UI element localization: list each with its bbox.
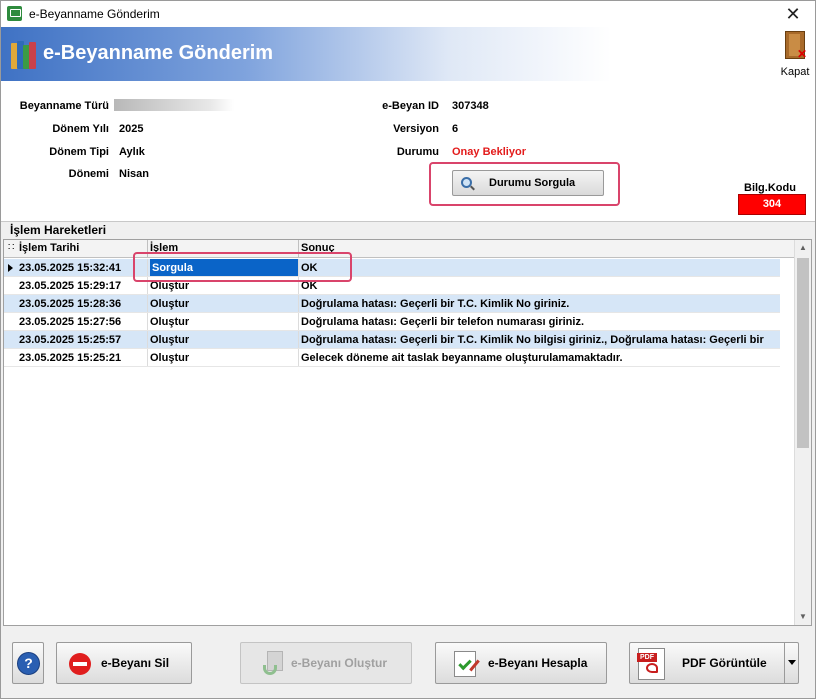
cell-sonuc: OK bbox=[301, 280, 318, 292]
table-row[interactable]: 23.05.2025 15:29:17 Oluştur OK bbox=[4, 277, 780, 295]
ebeyan-hesapla-label: e-Beyanı Hesapla bbox=[488, 656, 588, 670]
info-panel: Beyanname Türü Dönem Yılı 2025 Dönem Tip… bbox=[1, 81, 815, 221]
scroll-down-arrow-icon[interactable]: ▼ bbox=[798, 612, 808, 622]
close-x-icon: ✕ bbox=[797, 47, 808, 61]
cell-islem: Oluştur bbox=[150, 316, 190, 328]
column-header-islem-tarihi[interactable]: İşlem Tarihi bbox=[19, 242, 79, 254]
grid-header: ∷ İşlem Tarihi İşlem Sonuç bbox=[4, 240, 794, 258]
donemi-label: Dönemi bbox=[68, 168, 109, 180]
checklist-icon bbox=[454, 651, 480, 677]
ebeyan-hesapla-button[interactable]: e-Beyanı Hesapla bbox=[435, 642, 607, 684]
cell-sonuc: Gelecek döneme ait taslak beyanname oluş… bbox=[301, 352, 623, 364]
scroll-up-arrow-icon[interactable]: ▲ bbox=[798, 243, 808, 253]
window-title: e-Beyanname Gönderim bbox=[29, 7, 160, 21]
ebeyan-id-value: 307348 bbox=[452, 100, 489, 112]
books-icon bbox=[11, 41, 37, 69]
islem-grid[interactable]: ∷ İşlem Tarihi İşlem Sonuç 23.05.2025 15… bbox=[3, 239, 812, 626]
cell-sonuc: Doğrulama hatası: Geçerli bir telefon nu… bbox=[301, 316, 585, 328]
ebeyan-sil-button[interactable]: e-Beyanı Sil bbox=[56, 642, 192, 684]
vertical-scrollbar[interactable]: ▲ ▼ bbox=[794, 240, 811, 625]
pdf-icon-text: PDF bbox=[637, 653, 657, 662]
donem-yili-value: 2025 bbox=[119, 123, 144, 135]
ebeyan-olustur-label: e-Beyanı Oluştur bbox=[291, 656, 388, 670]
pdf-file-icon: PDF bbox=[637, 648, 665, 680]
table-row[interactable]: 23.05.2025 15:27:56 Oluştur Doğrulama ha… bbox=[4, 313, 780, 331]
cell-islem: Oluştur bbox=[150, 352, 190, 364]
banner-title: e-Beyanname Gönderim bbox=[43, 42, 274, 64]
close-form-button[interactable]: ✕ Kapat bbox=[777, 29, 813, 79]
bilg-kodu-value: 304 bbox=[738, 194, 806, 215]
durumu-status: Onay Bekliyor bbox=[452, 146, 526, 158]
cell-sonuc: OK bbox=[301, 262, 318, 274]
current-row-indicator-icon bbox=[8, 264, 13, 272]
table-row[interactable]: 23.05.2025 15:32:41 Sorgula OK bbox=[4, 259, 780, 277]
beyanname-turu-value-redacted bbox=[114, 99, 234, 111]
ebeyan-id-label: e-Beyan ID bbox=[382, 100, 439, 112]
donemi-value: Nisan bbox=[119, 168, 149, 180]
donem-tipi-value: Aylık bbox=[119, 146, 145, 158]
cell-islem-tarihi: 23.05.2025 15:27:56 bbox=[19, 316, 122, 328]
header-banner: e-Beyanname Gönderim ✕ Kapat bbox=[1, 27, 815, 81]
section-divider bbox=[1, 221, 815, 222]
highlight-selected-row bbox=[133, 252, 352, 282]
close-form-label: Kapat bbox=[780, 66, 810, 78]
cell-islem-tarihi: 23.05.2025 15:32:41 bbox=[19, 262, 122, 274]
cell-islem: Oluştur bbox=[150, 298, 190, 310]
scrollbar-thumb[interactable] bbox=[797, 258, 809, 448]
cell-islem: Oluştur bbox=[150, 334, 190, 346]
table-row[interactable]: 23.05.2025 15:25:57 Oluştur Doğrulama ha… bbox=[4, 331, 780, 349]
cell-islem-tarihi: 23.05.2025 15:25:57 bbox=[19, 334, 122, 346]
durumu-label: Durumu bbox=[396, 146, 439, 158]
cell-islem-tarihi: 23.05.2025 15:29:17 bbox=[19, 280, 122, 292]
table-row[interactable]: 23.05.2025 15:25:21 Oluştur Gelecek döne… bbox=[4, 349, 780, 367]
cell-islem-tarihi: 23.05.2025 15:25:21 bbox=[19, 352, 122, 364]
no-entry-icon bbox=[69, 653, 91, 675]
table-row[interactable]: 23.05.2025 15:28:36 Oluştur Doğrulama ha… bbox=[4, 295, 780, 313]
column-chooser-icon[interactable]: ∷ bbox=[8, 242, 14, 253]
highlight-sorgula-button bbox=[429, 162, 620, 206]
ebeyan-olustur-button[interactable]: e-Beyanı Oluştur bbox=[240, 642, 412, 684]
app-icon bbox=[7, 6, 22, 21]
window-close-button[interactable]: ✕ bbox=[773, 2, 813, 26]
donem-yili-label: Dönem Yılı bbox=[52, 123, 109, 135]
help-icon: ? bbox=[17, 652, 40, 675]
pdf-goruntule-button[interactable]: PDF PDF Görüntüle bbox=[629, 642, 799, 684]
cell-sonuc: Doğrulama hatası: Geçerli bir T.C. Kimli… bbox=[301, 298, 570, 310]
generate-document-icon bbox=[263, 651, 287, 677]
cell-islem-tarihi: 23.05.2025 15:28:36 bbox=[19, 298, 122, 310]
versiyon-value: 6 bbox=[452, 123, 459, 135]
ebeyan-sil-label: e-Beyanı Sil bbox=[101, 656, 170, 670]
donem-tipi-label: Dönem Tipi bbox=[49, 146, 109, 158]
versiyon-label: Versiyon bbox=[393, 123, 439, 135]
islem-hareketleri-label: İşlem Hareketleri bbox=[10, 223, 107, 237]
beyanname-turu-label: Beyanname Türü bbox=[19, 100, 109, 112]
cell-sonuc: Doğrulama hatası: Geçerli bir T.C. Kimli… bbox=[301, 334, 764, 346]
help-button[interactable]: ? bbox=[12, 642, 44, 684]
title-bar: e-Beyanname Gönderim ✕ bbox=[0, 0, 816, 27]
bilg-kodu-label: Bilg.Kodu bbox=[744, 182, 796, 194]
dropdown-arrow-icon[interactable] bbox=[784, 643, 798, 683]
pdf-goruntule-label: PDF Görüntüle bbox=[682, 656, 767, 670]
